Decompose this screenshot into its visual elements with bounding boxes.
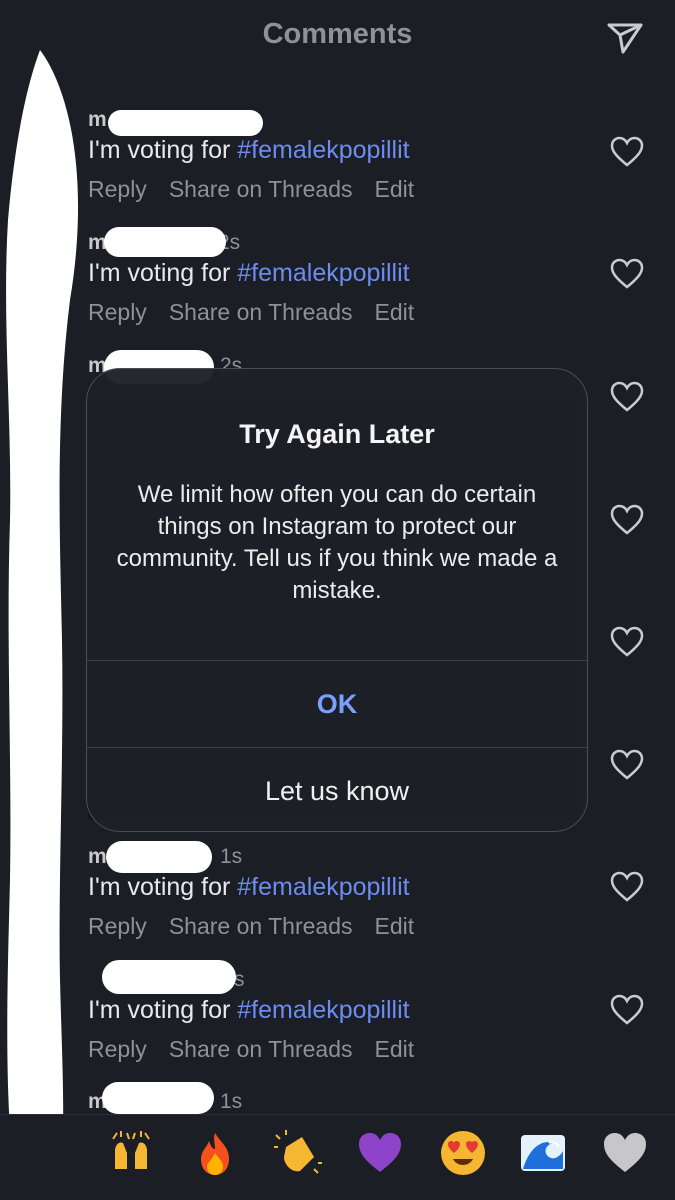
emoji-reaction-bar xyxy=(0,1114,675,1200)
share-threads-button[interactable]: Share on Threads xyxy=(169,299,353,325)
share-threads-button[interactable]: Share on Threads xyxy=(169,176,353,202)
like-heart-icon[interactable] xyxy=(610,136,644,168)
send-icon[interactable] xyxy=(604,16,646,58)
share-threads-button[interactable]: Share on Threads xyxy=(169,1036,353,1062)
ok-button[interactable]: OK xyxy=(87,661,587,747)
comment-text: I'm voting for #femalekpopillit xyxy=(88,996,410,1024)
comment-item: m 1s I'm voting for #femalekpopillit Rep… xyxy=(88,841,588,955)
like-heart-icon[interactable] xyxy=(610,381,644,413)
comment-actions: Reply Share on Threads Edit xyxy=(88,1036,436,1063)
redaction-mark xyxy=(104,227,226,257)
dialog-title: Try Again Later xyxy=(239,419,435,449)
purple-heart-icon[interactable] xyxy=(356,1129,404,1177)
try-again-dialog: Try Again Later We limit how often you c… xyxy=(86,368,588,832)
like-heart-icon[interactable] xyxy=(610,871,644,903)
comment-text: I'm voting for #femalekpopillit xyxy=(88,136,410,164)
clapping-hands-icon[interactable] xyxy=(274,1129,322,1177)
hashtag-link[interactable]: #femalekpopillit xyxy=(237,259,409,287)
comment-item: s I'm voting for #femalekpopillit Reply S… xyxy=(88,960,588,1078)
redaction-mark xyxy=(102,960,236,994)
comment-time: 1s xyxy=(220,1090,243,1113)
redaction-mark xyxy=(106,841,212,873)
let-us-know-button[interactable]: Let us know xyxy=(87,748,587,831)
comment-time: 1s xyxy=(220,845,243,868)
comment-actions: Reply Share on Threads Edit xyxy=(88,913,436,940)
comment-item: m I'm voting for #femalekpopillit Reply S… xyxy=(88,108,588,218)
white-heart-icon[interactable] xyxy=(601,1129,649,1177)
heart-eyes-icon[interactable] xyxy=(439,1129,487,1177)
redaction-mark xyxy=(102,1082,214,1114)
like-heart-icon[interactable] xyxy=(610,994,644,1026)
fire-icon[interactable] xyxy=(191,1129,239,1177)
hashtag-link[interactable]: #femalekpopillit xyxy=(237,136,409,164)
edit-button[interactable]: Edit xyxy=(375,299,415,325)
like-heart-icon[interactable] xyxy=(610,258,644,290)
comment-item: m 2s I'm voting for #femalekpopillit Rep… xyxy=(88,227,588,341)
like-heart-icon[interactable] xyxy=(610,626,644,658)
comment-item: m 1s xyxy=(88,1082,588,1114)
hashtag-link[interactable]: #femalekpopillit xyxy=(237,873,409,901)
like-heart-icon[interactable] xyxy=(610,504,644,536)
edit-button[interactable]: Edit xyxy=(375,1036,415,1062)
wave-icon[interactable] xyxy=(519,1129,567,1177)
comment-text: I'm voting for #femalekpopillit xyxy=(88,259,410,287)
raising-hands-icon[interactable] xyxy=(107,1129,155,1177)
comment-actions: Reply Share on Threads Edit xyxy=(88,299,436,326)
share-threads-button[interactable]: Share on Threads xyxy=(169,913,353,939)
redaction-mark xyxy=(108,110,263,136)
dialog-message: We limit how often you can do certain th… xyxy=(116,481,558,604)
comment-text: I'm voting for #femalekpopillit xyxy=(88,873,410,901)
edit-button[interactable]: Edit xyxy=(375,176,415,202)
like-heart-icon[interactable] xyxy=(610,749,644,781)
edit-button[interactable]: Edit xyxy=(375,913,415,939)
hashtag-link[interactable]: #femalekpopillit xyxy=(237,996,409,1024)
comment-actions: Reply Share on Threads Edit xyxy=(88,176,436,203)
